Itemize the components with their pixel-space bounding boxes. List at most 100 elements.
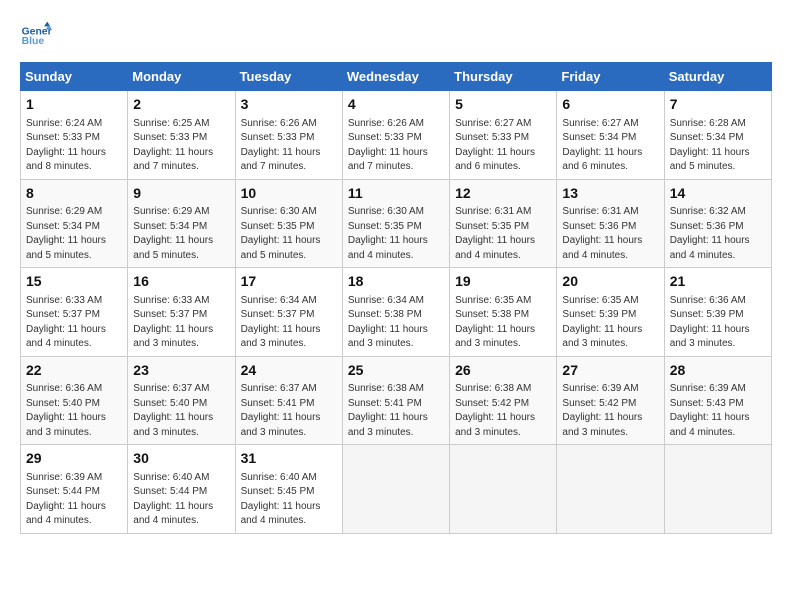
day-info: Sunrise: 6:29 AMSunset: 5:34 PMDaylight:… <box>26 205 122 263</box>
day-info: Sunrise: 6:28 AMSunset: 5:34 PMDaylight:… <box>670 117 766 175</box>
calendar-day-cell <box>664 445 771 534</box>
day-number: 21 <box>670 272 766 292</box>
svg-text:Blue: Blue <box>22 36 45 47</box>
day-number: 24 <box>241 361 337 381</box>
day-number: 12 <box>455 184 551 204</box>
logo: General Blue <box>20 20 52 52</box>
calendar-week-row: 29 Sunrise: 6:39 AMSunset: 5:44 PMDaylig… <box>21 445 772 534</box>
calendar-week-row: 22 Sunrise: 6:36 AMSunset: 5:40 PMDaylig… <box>21 356 772 445</box>
calendar-day-cell: 5 Sunrise: 6:27 AMSunset: 5:33 PMDayligh… <box>450 91 557 180</box>
day-number: 7 <box>670 95 766 115</box>
column-header-saturday: Saturday <box>664 63 771 91</box>
day-info: Sunrise: 6:24 AMSunset: 5:33 PMDaylight:… <box>26 117 122 175</box>
calendar-day-cell: 2 Sunrise: 6:25 AMSunset: 5:33 PMDayligh… <box>128 91 235 180</box>
calendar-day-cell: 17 Sunrise: 6:34 AMSunset: 5:37 PMDaylig… <box>235 268 342 357</box>
day-number: 15 <box>26 272 122 292</box>
day-number: 4 <box>348 95 444 115</box>
calendar-week-row: 15 Sunrise: 6:33 AMSunset: 5:37 PMDaylig… <box>21 268 772 357</box>
day-number: 2 <box>133 95 229 115</box>
column-header-sunday: Sunday <box>21 63 128 91</box>
day-info: Sunrise: 6:39 AMSunset: 5:43 PMDaylight:… <box>670 382 766 440</box>
column-header-tuesday: Tuesday <box>235 63 342 91</box>
day-info: Sunrise: 6:37 AMSunset: 5:41 PMDaylight:… <box>241 382 337 440</box>
day-info: Sunrise: 6:35 AMSunset: 5:38 PMDaylight:… <box>455 294 551 352</box>
day-number: 17 <box>241 272 337 292</box>
day-number: 26 <box>455 361 551 381</box>
calendar-day-cell: 25 Sunrise: 6:38 AMSunset: 5:41 PMDaylig… <box>342 356 449 445</box>
calendar-day-cell: 30 Sunrise: 6:40 AMSunset: 5:44 PMDaylig… <box>128 445 235 534</box>
calendar-header-row: SundayMondayTuesdayWednesdayThursdayFrid… <box>21 63 772 91</box>
day-number: 23 <box>133 361 229 381</box>
day-number: 18 <box>348 272 444 292</box>
day-info: Sunrise: 6:31 AMSunset: 5:36 PMDaylight:… <box>562 205 658 263</box>
day-number: 6 <box>562 95 658 115</box>
page-header: General Blue <box>20 20 772 52</box>
day-info: Sunrise: 6:37 AMSunset: 5:40 PMDaylight:… <box>133 382 229 440</box>
day-number: 3 <box>241 95 337 115</box>
calendar-day-cell: 13 Sunrise: 6:31 AMSunset: 5:36 PMDaylig… <box>557 179 664 268</box>
calendar-day-cell: 16 Sunrise: 6:33 AMSunset: 5:37 PMDaylig… <box>128 268 235 357</box>
day-number: 29 <box>26 449 122 469</box>
calendar-day-cell: 27 Sunrise: 6:39 AMSunset: 5:42 PMDaylig… <box>557 356 664 445</box>
calendar-day-cell: 8 Sunrise: 6:29 AMSunset: 5:34 PMDayligh… <box>21 179 128 268</box>
calendar-day-cell: 12 Sunrise: 6:31 AMSunset: 5:35 PMDaylig… <box>450 179 557 268</box>
day-info: Sunrise: 6:27 AMSunset: 5:33 PMDaylight:… <box>455 117 551 175</box>
calendar-day-cell <box>557 445 664 534</box>
calendar-day-cell: 4 Sunrise: 6:26 AMSunset: 5:33 PMDayligh… <box>342 91 449 180</box>
calendar-day-cell <box>450 445 557 534</box>
calendar-day-cell: 15 Sunrise: 6:33 AMSunset: 5:37 PMDaylig… <box>21 268 128 357</box>
day-number: 28 <box>670 361 766 381</box>
day-number: 30 <box>133 449 229 469</box>
day-info: Sunrise: 6:33 AMSunset: 5:37 PMDaylight:… <box>133 294 229 352</box>
day-number: 9 <box>133 184 229 204</box>
logo-icon: General Blue <box>20 20 52 52</box>
calendar-day-cell <box>342 445 449 534</box>
calendar-day-cell: 10 Sunrise: 6:30 AMSunset: 5:35 PMDaylig… <box>235 179 342 268</box>
day-info: Sunrise: 6:40 AMSunset: 5:45 PMDaylight:… <box>241 471 337 529</box>
column-header-friday: Friday <box>557 63 664 91</box>
day-info: Sunrise: 6:30 AMSunset: 5:35 PMDaylight:… <box>348 205 444 263</box>
day-info: Sunrise: 6:38 AMSunset: 5:41 PMDaylight:… <box>348 382 444 440</box>
day-number: 31 <box>241 449 337 469</box>
day-number: 8 <box>26 184 122 204</box>
calendar-day-cell: 26 Sunrise: 6:38 AMSunset: 5:42 PMDaylig… <box>450 356 557 445</box>
calendar-day-cell: 20 Sunrise: 6:35 AMSunset: 5:39 PMDaylig… <box>557 268 664 357</box>
calendar-day-cell: 14 Sunrise: 6:32 AMSunset: 5:36 PMDaylig… <box>664 179 771 268</box>
day-info: Sunrise: 6:27 AMSunset: 5:34 PMDaylight:… <box>562 117 658 175</box>
day-info: Sunrise: 6:26 AMSunset: 5:33 PMDaylight:… <box>241 117 337 175</box>
calendar-day-cell: 3 Sunrise: 6:26 AMSunset: 5:33 PMDayligh… <box>235 91 342 180</box>
day-number: 10 <box>241 184 337 204</box>
day-info: Sunrise: 6:40 AMSunset: 5:44 PMDaylight:… <box>133 471 229 529</box>
calendar-table: SundayMondayTuesdayWednesdayThursdayFrid… <box>20 62 772 534</box>
day-info: Sunrise: 6:33 AMSunset: 5:37 PMDaylight:… <box>26 294 122 352</box>
day-number: 25 <box>348 361 444 381</box>
column-header-wednesday: Wednesday <box>342 63 449 91</box>
day-info: Sunrise: 6:34 AMSunset: 5:37 PMDaylight:… <box>241 294 337 352</box>
day-info: Sunrise: 6:39 AMSunset: 5:44 PMDaylight:… <box>26 471 122 529</box>
calendar-day-cell: 28 Sunrise: 6:39 AMSunset: 5:43 PMDaylig… <box>664 356 771 445</box>
day-info: Sunrise: 6:34 AMSunset: 5:38 PMDaylight:… <box>348 294 444 352</box>
calendar-day-cell: 21 Sunrise: 6:36 AMSunset: 5:39 PMDaylig… <box>664 268 771 357</box>
day-number: 27 <box>562 361 658 381</box>
calendar-day-cell: 31 Sunrise: 6:40 AMSunset: 5:45 PMDaylig… <box>235 445 342 534</box>
day-info: Sunrise: 6:38 AMSunset: 5:42 PMDaylight:… <box>455 382 551 440</box>
day-number: 22 <box>26 361 122 381</box>
calendar-day-cell: 22 Sunrise: 6:36 AMSunset: 5:40 PMDaylig… <box>21 356 128 445</box>
calendar-day-cell: 1 Sunrise: 6:24 AMSunset: 5:33 PMDayligh… <box>21 91 128 180</box>
calendar-day-cell: 6 Sunrise: 6:27 AMSunset: 5:34 PMDayligh… <box>557 91 664 180</box>
calendar-day-cell: 18 Sunrise: 6:34 AMSunset: 5:38 PMDaylig… <box>342 268 449 357</box>
day-info: Sunrise: 6:36 AMSunset: 5:39 PMDaylight:… <box>670 294 766 352</box>
calendar-day-cell: 9 Sunrise: 6:29 AMSunset: 5:34 PMDayligh… <box>128 179 235 268</box>
day-info: Sunrise: 6:25 AMSunset: 5:33 PMDaylight:… <box>133 117 229 175</box>
day-info: Sunrise: 6:31 AMSunset: 5:35 PMDaylight:… <box>455 205 551 263</box>
day-info: Sunrise: 6:39 AMSunset: 5:42 PMDaylight:… <box>562 382 658 440</box>
calendar-day-cell: 7 Sunrise: 6:28 AMSunset: 5:34 PMDayligh… <box>664 91 771 180</box>
day-number: 1 <box>26 95 122 115</box>
column-header-thursday: Thursday <box>450 63 557 91</box>
calendar-day-cell: 19 Sunrise: 6:35 AMSunset: 5:38 PMDaylig… <box>450 268 557 357</box>
day-number: 14 <box>670 184 766 204</box>
calendar-day-cell: 11 Sunrise: 6:30 AMSunset: 5:35 PMDaylig… <box>342 179 449 268</box>
calendar-day-cell: 29 Sunrise: 6:39 AMSunset: 5:44 PMDaylig… <box>21 445 128 534</box>
calendar-week-row: 8 Sunrise: 6:29 AMSunset: 5:34 PMDayligh… <box>21 179 772 268</box>
day-info: Sunrise: 6:35 AMSunset: 5:39 PMDaylight:… <box>562 294 658 352</box>
